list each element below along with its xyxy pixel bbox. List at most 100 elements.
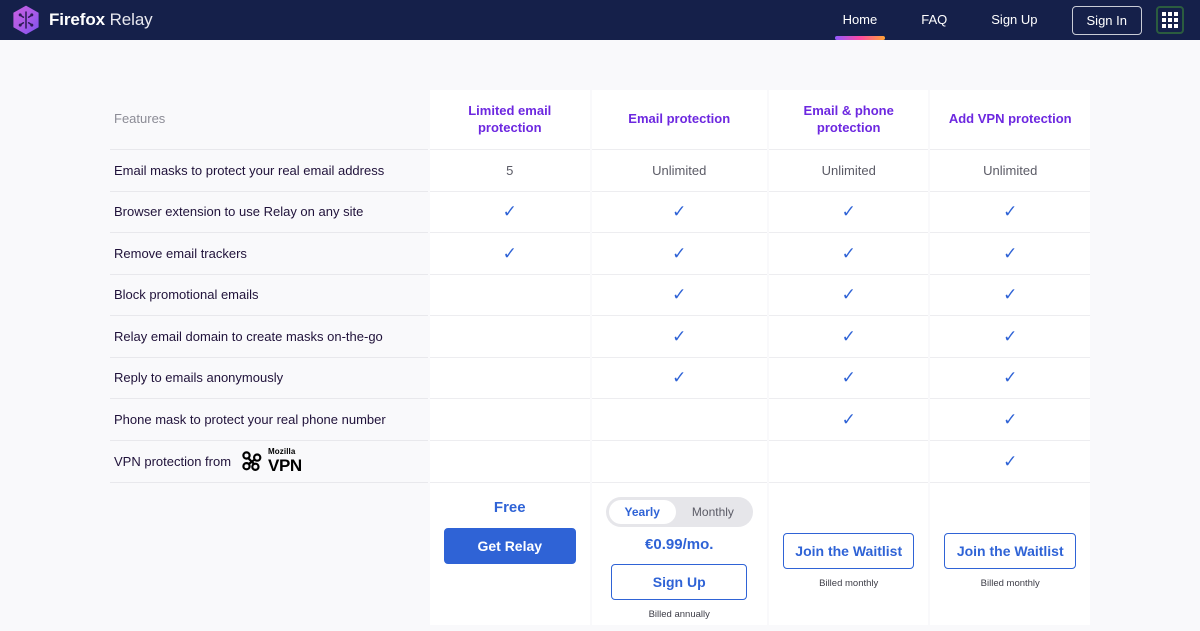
pricing-cell-email: Yearly Monthly €0.99/mo. Sign Up Billed … [591, 482, 767, 625]
check-icon: ✓ [841, 368, 856, 388]
feature-value: ✓ [768, 357, 929, 399]
brand-title-light: Relay [109, 10, 153, 29]
feature-value: ✓ [930, 399, 1090, 441]
feature-value: ✓ [768, 399, 929, 441]
get-relay-button[interactable]: Get Relay [444, 527, 576, 564]
billing-note: Billed monthly [980, 577, 1040, 589]
check-icon: ✓ [841, 243, 856, 263]
sign-up-button[interactable]: Sign Up [611, 563, 748, 600]
feature-value: ✓ [930, 191, 1090, 233]
feature-value: ✓ [591, 233, 767, 275]
brand-title-bold: Firefox [49, 10, 105, 29]
brand-title: Firefox Relay [49, 10, 153, 30]
feature-value [430, 274, 590, 316]
main-nav: Home FAQ Sign Up Sign In [821, 0, 1184, 40]
check-icon: ✓ [672, 326, 687, 346]
check-icon: ✓ [672, 243, 687, 263]
feature-value: 5 [430, 150, 590, 192]
check-icon: ✓ [1003, 368, 1018, 388]
check-icon: ✓ [1003, 243, 1018, 263]
feature-value [430, 316, 590, 358]
check-icon: ✓ [1003, 451, 1018, 471]
feature-value: ✓ [591, 316, 767, 358]
nav-link-faq[interactable]: FAQ [899, 0, 969, 40]
check-icon: ✓ [1003, 285, 1018, 305]
feature-label: Reply to emails anonymously [110, 357, 428, 399]
check-icon: ✓ [672, 285, 687, 305]
nav-link-signup[interactable]: Sign Up [969, 0, 1059, 40]
price-amount: €0.99/mo. [645, 535, 714, 553]
sign-in-button[interactable]: Sign In [1071, 5, 1142, 35]
check-icon: ✓ [672, 368, 687, 388]
feature-value: Unlimited [768, 150, 929, 192]
plan-header-vpn: Add VPN protection [930, 90, 1090, 150]
pricing-spacer [110, 482, 428, 625]
feature-value: ✓ [430, 191, 590, 233]
feature-label: Browser extension to use Relay on any si… [110, 191, 428, 233]
pricing-cell-free: Free Get Relay [430, 482, 590, 625]
check-icon: ✓ [1003, 326, 1018, 346]
features-column-header: Features [110, 90, 428, 150]
check-icon: ✓ [672, 202, 687, 222]
feature-value: ✓ [591, 357, 767, 399]
feature-label: Email masks to protect your real email a… [110, 150, 428, 192]
site-header: Firefox Relay Home FAQ Sign Up Sign In [0, 0, 1200, 40]
feature-value [768, 440, 929, 483]
check-icon: ✓ [841, 409, 856, 429]
feature-value: ✓ [430, 233, 590, 275]
feature-value: ✓ [930, 233, 1090, 275]
check-icon: ✓ [502, 243, 517, 263]
app-grid-glyph [1162, 12, 1178, 28]
feature-value: ✓ [768, 274, 929, 316]
toggle-monthly[interactable]: Monthly [676, 500, 750, 524]
app-grid-icon[interactable] [1156, 6, 1184, 34]
feature-value: ✓ [768, 191, 929, 233]
mozilla-vpn-pinwheel-icon [242, 451, 262, 471]
feature-value: ✓ [591, 191, 767, 233]
firefox-relay-hexagon-logo [13, 5, 39, 35]
join-waitlist-button[interactable]: Join the Waitlist [782, 532, 915, 569]
plan-comparison-section: Features Limited email protection Email … [0, 40, 1200, 625]
feature-value [430, 399, 590, 441]
feature-value [430, 357, 590, 399]
feature-value: ✓ [930, 357, 1090, 399]
plan-header-limited-email: Limited email protection [430, 90, 590, 150]
billing-period-toggle[interactable]: Yearly Monthly [605, 496, 753, 527]
feature-value: ✓ [930, 316, 1090, 358]
pricing-cell-email-phone: Join the Waitlist Billed monthly [768, 482, 929, 625]
feature-label: Block promotional emails [110, 274, 428, 316]
billing-note: Billed annually [648, 608, 710, 620]
feature-label: Phone mask to protect your real phone nu… [110, 399, 428, 441]
feature-value: ✓ [591, 274, 767, 316]
feature-label-text: VPN protection from [114, 453, 232, 469]
price-free: Free [493, 498, 526, 516]
feature-label-vpn: VPN protection from Mozilla VPN [110, 440, 428, 483]
feature-value: Unlimited [591, 150, 767, 192]
plan-comparison-table: Features Limited email protection Email … [110, 90, 1090, 625]
check-icon: ✓ [1003, 409, 1018, 429]
plan-header-email-phone: Email & phone protection [768, 90, 929, 150]
feature-value: Unlimited [930, 150, 1090, 192]
feature-value [591, 399, 767, 441]
vpn-wordmark: VPN [268, 456, 302, 475]
feature-value: ✓ [768, 233, 929, 275]
feature-value: ✓ [930, 274, 1090, 316]
check-icon: ✓ [1003, 202, 1018, 222]
feature-value [430, 440, 590, 483]
feature-label: Remove email trackers [110, 233, 428, 275]
check-icon: ✓ [841, 202, 856, 222]
check-icon: ✓ [841, 285, 856, 305]
feature-value: ✓ [930, 440, 1090, 483]
nav-link-home[interactable]: Home [821, 0, 900, 40]
mozilla-vpn-logo: Mozilla VPN [240, 448, 302, 474]
mozilla-wordmark: Mozilla [268, 447, 296, 456]
check-icon: ✓ [841, 326, 856, 346]
billing-note: Billed monthly [819, 577, 879, 589]
check-icon: ✓ [502, 202, 517, 222]
feature-value [591, 440, 767, 483]
plan-header-email: Email protection [591, 90, 767, 150]
feature-label: Relay email domain to create masks on-th… [110, 316, 428, 358]
toggle-yearly[interactable]: Yearly [608, 499, 676, 524]
join-waitlist-button[interactable]: Join the Waitlist [944, 532, 1076, 569]
brand-logo-link[interactable]: Firefox Relay [12, 5, 153, 35]
